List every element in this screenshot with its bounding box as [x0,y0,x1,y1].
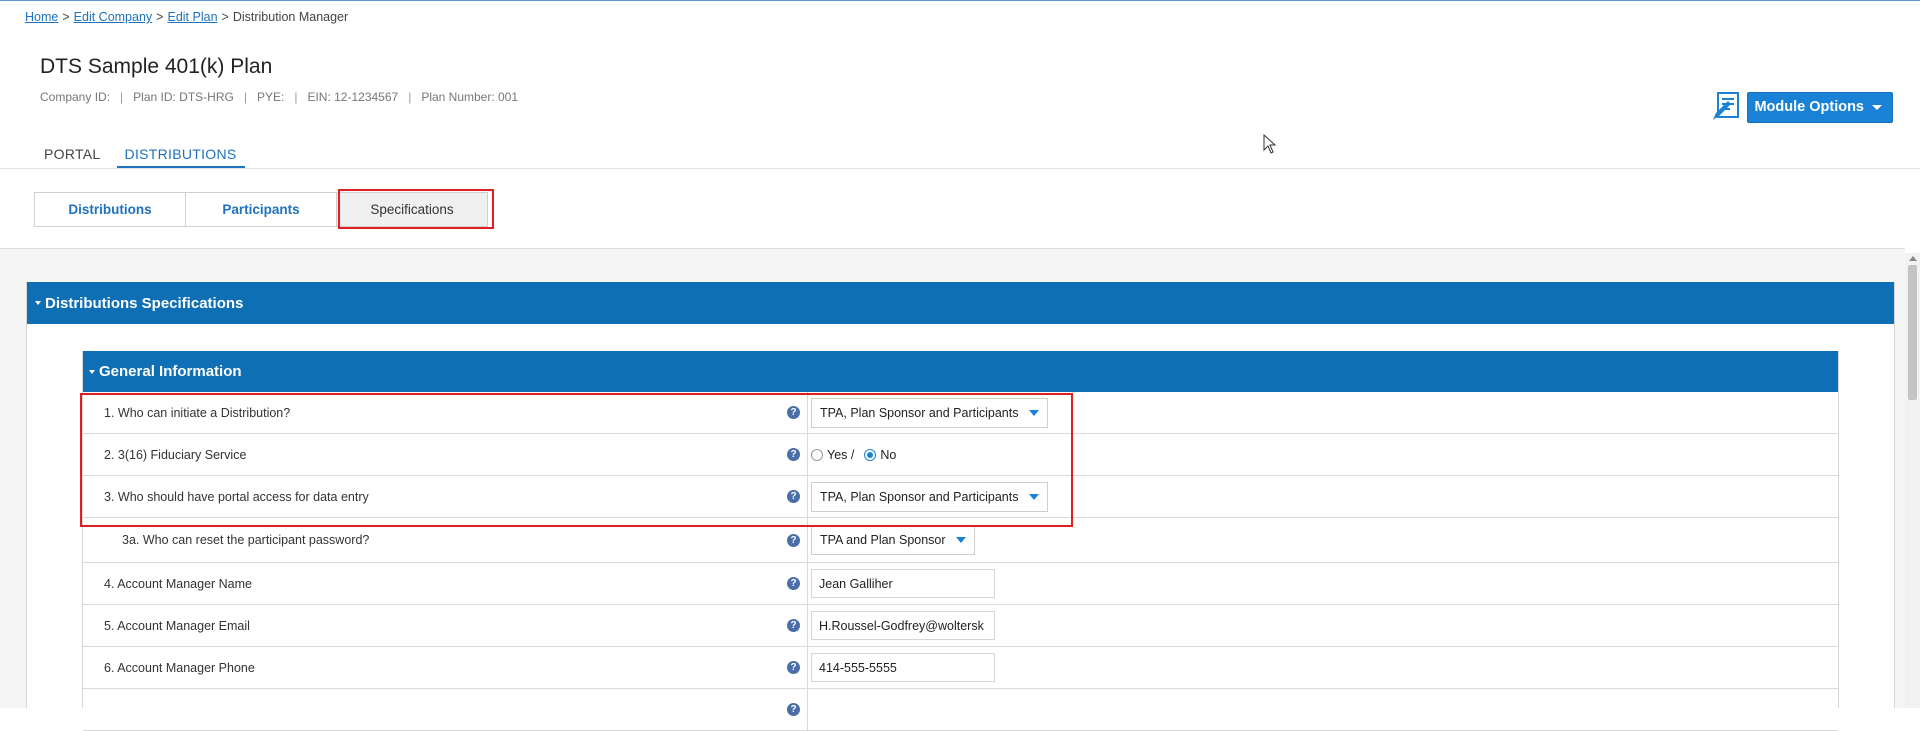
module-options-group: Module Options [1710,91,1893,123]
no-label: No [880,447,897,462]
plan-number: Plan Number: 001 [421,90,519,104]
spec-row: 2. 3(16) Fiduciary Service ? Yes / No [83,434,1838,476]
row-label: 3a. Who can reset the participant passwo… [122,533,370,547]
module-options-button[interactable]: Module Options [1747,91,1893,123]
distributions-specifications-panel: Distributions Specifications General Inf… [26,282,1895,731]
fiduciary-yes-radio[interactable] [811,448,823,461]
help-icon[interactable]: ? [787,448,800,461]
breadcrumb-separator: > [221,10,229,24]
ein: EIN: 12-1234567 [307,90,399,104]
collapse-caret-icon [89,369,95,374]
spec-row: 4. Account Manager Name ? [83,563,1838,605]
plan-id: Plan ID: DTS-HRG [133,90,234,104]
breadcrumb-edit-company-link[interactable]: Edit Company [74,10,153,24]
scroll-thumb[interactable] [1908,265,1917,400]
row-label: 2. 3(16) Fiduciary Service [104,447,247,462]
document-edit-icon[interactable] [1710,91,1742,123]
row-label: 3. Who should have portal access for dat… [104,489,369,504]
scroll-up-arrow-icon[interactable] [1909,256,1917,261]
help-icon[interactable]: ? [787,533,800,547]
spec-row: 3. Who should have portal access for dat… [83,476,1838,518]
subtab-distributions[interactable]: Distributions [34,192,186,227]
row-divider [807,476,808,517]
subtab-participants[interactable]: Participants [185,192,337,227]
row-label: 6. Account Manager Phone [104,660,255,675]
page-title: DTS Sample 401(k) Plan [40,55,273,78]
company-id: Company ID: [40,90,111,104]
tab-distributions[interactable]: DISTRIBUTIONS [116,146,245,169]
meta-divider: | [243,90,247,104]
help-icon[interactable]: ? [787,661,800,674]
row-divider [807,689,808,730]
help-icon[interactable]: ? [787,490,800,503]
row-divider [807,392,808,433]
help-icon[interactable]: ? [787,406,800,419]
plan-meta: Company ID: | Plan ID: DTS-HRG | PYE: | EIN: 1… [40,90,518,104]
main-tabs: PORTAL DISTRIBUTIONS [36,146,253,169]
tab-portal[interactable]: PORTAL [36,146,109,169]
vertical-scrollbar[interactable] [1905,253,1920,708]
who-can-initiate-select[interactable]: TPA, Plan Sponsor and Participants [811,397,1048,428]
help-icon[interactable]: ? [787,577,800,590]
row-label: 5. Account Manager Email [104,618,250,633]
breadcrumb-separator: > [156,10,164,24]
row-divider [807,518,808,562]
portal-access-select[interactable]: TPA, Plan Sponsor and Participants [811,481,1048,512]
meta-divider: | [294,90,298,104]
general-information-section: General Information 1. Who can initiate … [82,351,1839,731]
breadcrumb: Home > Edit Company > Edit Plan > Distribution… [25,10,348,24]
spec-row: 1. Who can initiate a Distribution? ? TP… [83,392,1838,434]
chevron-down-icon [955,537,966,543]
account-manager-name-input[interactable] [811,569,995,598]
select-value: TPA, Plan Sponsor and Participants [820,489,1019,504]
spec-row: 3a. Who can reset the participant passwo… [83,518,1838,563]
row-divider [807,647,808,688]
chevron-down-icon [1028,409,1039,416]
help-icon[interactable]: ? [787,703,800,716]
collapse-caret-icon [35,301,41,305]
fiduciary-radio-group: Yes / No [811,448,896,462]
chevron-down-icon [1028,493,1039,500]
account-manager-phone-input[interactable] [811,653,995,682]
panel-header[interactable]: Distributions Specifications [27,282,1894,324]
fiduciary-no-radio[interactable] [864,448,877,461]
reset-password-select[interactable]: TPA and Plan Sponsor [811,525,975,555]
row-divider [807,434,808,475]
select-value: TPA and Plan Sponsor [820,533,946,547]
tabs-divider [0,168,1920,169]
meta-divider: | [120,90,124,104]
row-label: 4. Account Manager Name [104,576,252,591]
highlight-specifications-tab [338,189,494,229]
breadcrumb-separator: > [62,10,70,24]
section-header[interactable]: General Information [83,351,1838,392]
section-title: General Information [99,363,242,380]
spec-row: 6. Account Manager Phone ? [83,647,1838,689]
top-border-line [0,0,1920,1]
breadcrumb-current: Distribution Manager [232,10,349,24]
module-options-label: Module Options [1754,99,1864,115]
meta-divider: | [408,90,412,104]
row-divider [807,605,808,646]
chevron-down-icon [1872,104,1882,110]
row-label: 1. Who can initiate a Distribution? [104,405,291,420]
account-manager-email-input[interactable] [811,611,995,640]
yes-label: Yes / [827,447,855,462]
panel-title: Distributions Specifications [45,294,244,312]
breadcrumb-edit-plan-link[interactable]: Edit Plan [167,10,217,24]
mouse-pointer-icon [1263,134,1277,154]
spec-row: ? [83,689,1838,731]
plan-year-end: PYE: [256,90,285,104]
breadcrumb-home-link[interactable]: Home [25,10,58,24]
row-divider [807,563,808,604]
help-icon[interactable]: ? [787,619,800,632]
select-value: TPA, Plan Sponsor and Participants [820,405,1019,420]
spec-row: 5. Account Manager Email ? [83,605,1838,647]
